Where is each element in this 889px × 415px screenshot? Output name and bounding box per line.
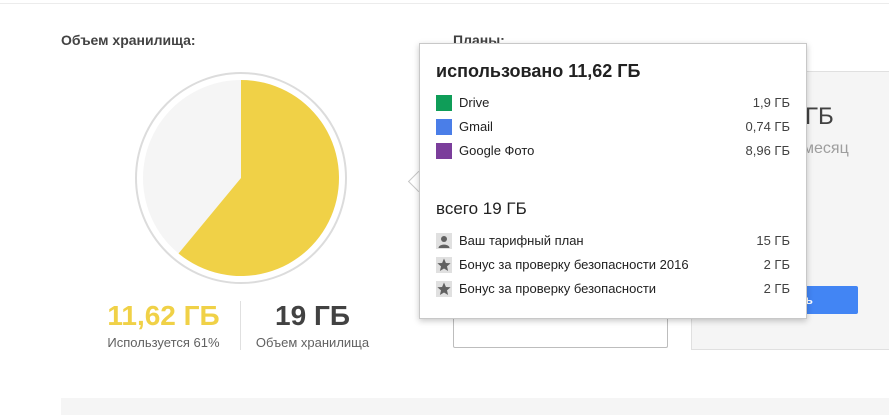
plan-card-period: месяц	[803, 140, 849, 157]
plan-card-size: ГБ	[805, 103, 834, 130]
total-storage-stat: 19 ГБ Объем хранилища	[250, 300, 375, 350]
top-divider	[0, 0, 889, 4]
bottom-panel	[61, 398, 889, 415]
used-storage-value: 11,62 ГБ	[107, 300, 220, 331]
used-storage-caption: Используется 61%	[107, 335, 220, 350]
breakdown-row-bonus-2016: Бонус за проверку безопасности 2016 2 ГБ	[436, 255, 790, 275]
used-storage-stat: 11,62 ГБ Используется 61%	[96, 300, 231, 350]
breakdown-label: Бонус за проверку безопасности 2016	[459, 257, 689, 272]
total-storage-value: 19 ГБ	[275, 300, 350, 331]
storage-pie-chart[interactable]	[133, 70, 349, 286]
breakdown-value: 2 ГБ	[763, 257, 790, 272]
breakdown-value: 15 ГБ	[756, 233, 790, 248]
breakdown-row-bonus: Бонус за проверку безопасности 2 ГБ	[436, 279, 790, 299]
gmail-color-swatch	[436, 119, 452, 135]
usage-value: 8,96 ГБ	[745, 143, 790, 158]
breakdown-label: Ваш тарифный план	[459, 233, 584, 248]
star-icon	[436, 281, 452, 297]
usage-value: 0,74 ГБ	[745, 119, 790, 134]
person-icon	[436, 233, 452, 249]
popup-pointer-joint	[420, 170, 428, 192]
storage-details-popup: использовано 11,62 ГБ Drive 1,9 ГБ Gmail…	[419, 43, 807, 319]
usage-label: Drive	[459, 95, 490, 110]
usage-value: 1,9 ГБ	[752, 95, 790, 110]
star-icon	[436, 257, 452, 273]
breakdown-label: Бонус за проверку безопасности	[459, 281, 657, 296]
usage-label: Gmail	[459, 119, 493, 134]
usage-row-photos: Google Фото 8,96 ГБ	[436, 141, 790, 161]
storage-section-title: Объем хранилища:	[61, 32, 196, 48]
breakdown-value: 2 ГБ	[763, 281, 790, 296]
usage-row-gmail: Gmail 0,74 ГБ	[436, 117, 790, 137]
drive-color-swatch	[436, 95, 452, 111]
photos-color-swatch	[436, 143, 452, 159]
popup-used-heading: использовано 11,62 ГБ	[436, 61, 641, 81]
total-storage-caption: Объем хранилища	[255, 335, 370, 350]
usage-row-drive: Drive 1,9 ГБ	[436, 93, 790, 113]
usage-label: Google Фото	[459, 143, 535, 158]
breakdown-row-plan: Ваш тарифный план 15 ГБ	[436, 231, 790, 251]
stat-divider	[240, 301, 241, 350]
popup-total-heading: всего 19 ГБ	[436, 199, 527, 218]
